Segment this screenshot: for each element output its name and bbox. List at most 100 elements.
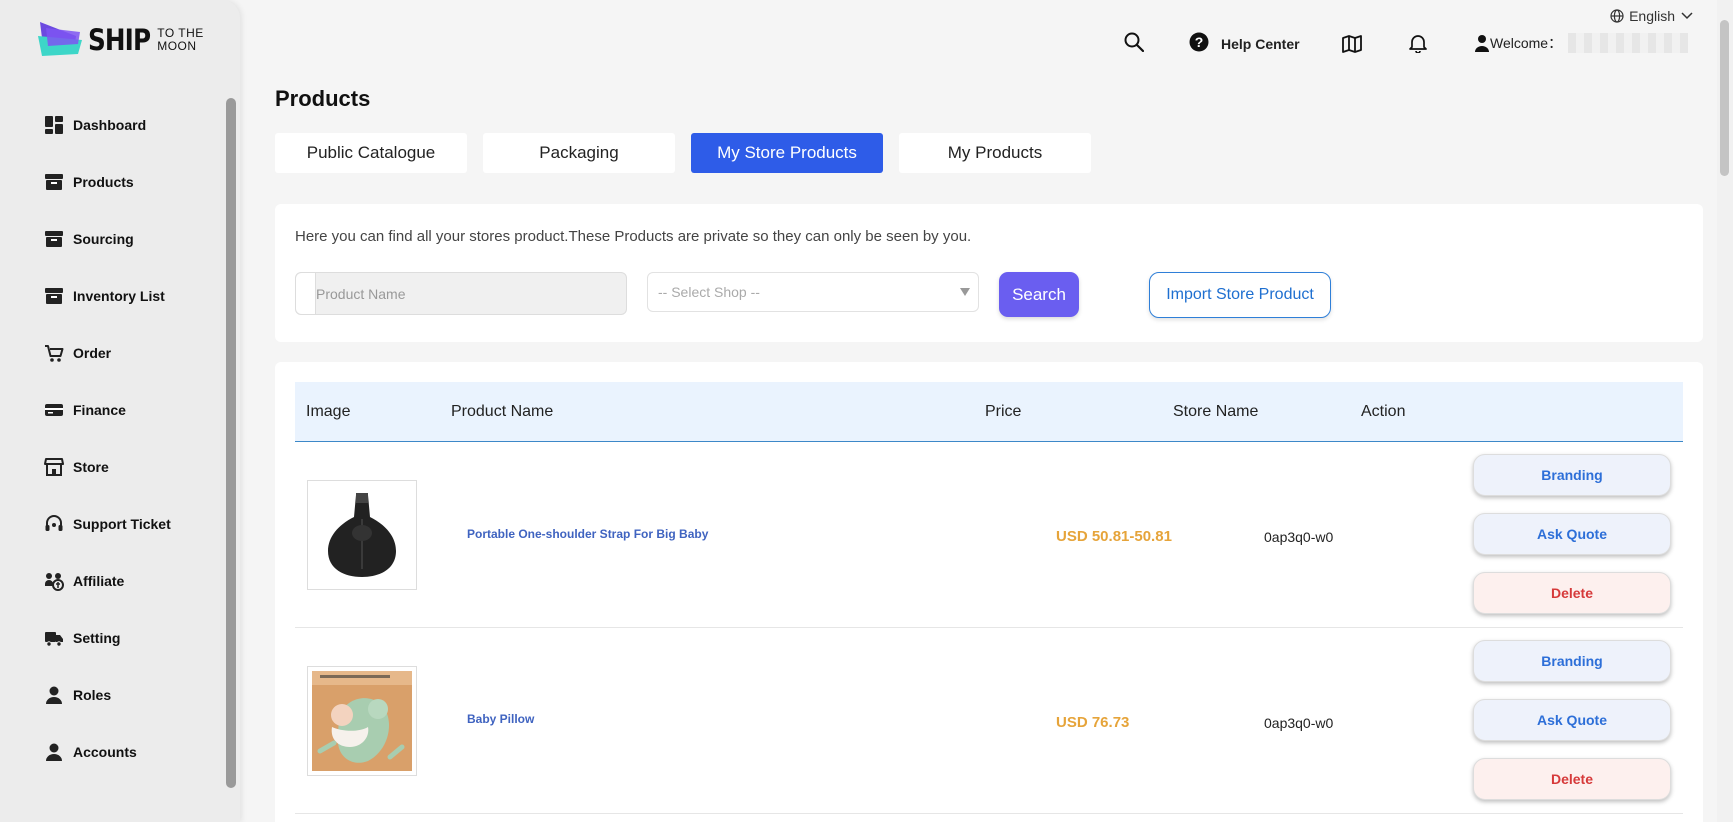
cart-icon (45, 344, 64, 362)
caret-down-icon (960, 288, 970, 296)
sidebar: SHIP TO THE MOON Dashboard Products Sour… (0, 0, 240, 822)
user-icon (46, 686, 62, 704)
sidebar-item-sourcing[interactable]: Sourcing (0, 210, 226, 267)
header-image: Image (306, 403, 351, 420)
product-image[interactable] (307, 666, 417, 776)
tab-my-store-products[interactable]: My Store Products (691, 133, 883, 173)
sidebar-item-order[interactable]: Order (0, 324, 226, 381)
table-row: Portable One-shoulder Strap For Big Baby… (295, 442, 1683, 628)
sidebar-item-accounts[interactable]: Accounts (0, 723, 226, 780)
user-icon (1475, 35, 1489, 52)
sidebar-item-roles[interactable]: Roles (0, 666, 226, 723)
sidebar-item-label: Products (73, 173, 134, 190)
shop-select[interactable]: -- Select Shop -- (647, 272, 979, 312)
branding-button[interactable]: Branding (1473, 640, 1671, 682)
logo-mark-icon (38, 22, 82, 56)
shop-select-placeholder: -- Select Shop -- (658, 284, 760, 300)
baby-carrier-image (328, 493, 396, 577)
sidebar-item-label: Sourcing (73, 230, 134, 247)
help-center-link[interactable]: ? Help Center (1189, 32, 1300, 52)
store-name: 0ap3q0-w0 (1264, 715, 1334, 731)
sidebar-item-label: Finance (73, 401, 126, 418)
sidebar-item-label: Setting (73, 629, 121, 646)
search-button[interactable]: Search (999, 272, 1079, 317)
product-price: USD 50.81-50.81 (1056, 528, 1172, 545)
ask-quote-button[interactable]: Ask Quote (1473, 513, 1671, 555)
sidebar-item-dashboard[interactable]: Dashboard (0, 96, 226, 153)
brand-logo[interactable]: SHIP TO THE MOON (38, 22, 204, 58)
page-description: Here you can find all your stores produc… (295, 228, 972, 245)
bell-icon[interactable] (1409, 33, 1427, 53)
logo-small-bottom: MOON (157, 39, 197, 53)
ask-quote-button[interactable]: Ask Quote (1473, 699, 1671, 741)
sidebar-item-label: Dashboard (73, 116, 147, 133)
svg-text:?: ? (1195, 34, 1204, 50)
logo-main-text: SHIP (88, 23, 151, 57)
user-welcome[interactable]: Welcome： (1474, 33, 1689, 53)
product-name-placeholder: Product Name (316, 285, 406, 302)
delete-button[interactable]: Delete (1473, 572, 1671, 614)
user-icon (46, 743, 62, 761)
language-selector[interactable]: English (1610, 8, 1693, 24)
branding-button[interactable]: Branding (1473, 454, 1671, 496)
sidebar-item-label: Support Ticket (73, 515, 171, 532)
sidebar-item-label: Accounts (73, 743, 137, 760)
sidebar-item-affiliate[interactable]: Affiliate (0, 552, 226, 609)
user-name-redacted (1568, 33, 1689, 53)
filter-card: Here you can find all your stores produc… (275, 204, 1703, 342)
product-tabs: Public Catalogue Packaging My Store Prod… (275, 133, 1107, 173)
page-title: Products (275, 86, 371, 111)
box-icon (45, 173, 63, 190)
tab-packaging[interactable]: Packaging (483, 133, 675, 173)
tab-public-catalogue[interactable]: Public Catalogue (275, 133, 467, 173)
table-header: Image Product Name Price Store Name Acti… (295, 382, 1683, 442)
sidebar-nav: Dashboard Products Sourcing Inventory Li… (0, 96, 226, 780)
header-store-name: Store Name (1173, 403, 1259, 420)
affiliate-icon (45, 572, 64, 591)
card-icon (45, 403, 63, 416)
truck-icon (45, 631, 63, 647)
table-row: Baby Pillow USD 76.73 0ap3q0-w0 Branding… (295, 628, 1683, 814)
sidebar-item-store[interactable]: Store (0, 438, 226, 495)
page-scrollbar-thumb[interactable] (1720, 20, 1729, 176)
help-center-label: Help Center (1221, 36, 1300, 52)
baby-pillow-image (312, 671, 412, 771)
dashboard-icon (45, 115, 63, 134)
welcome-label: Welcome： (1490, 35, 1563, 51)
page-scrollbar[interactable] (1717, 0, 1733, 822)
headset-icon (45, 514, 63, 531)
sidebar-item-support-ticket[interactable]: Support Ticket (0, 495, 226, 552)
input-prefix (296, 273, 316, 314)
sidebar-item-label: Inventory List (73, 287, 165, 304)
header-action: Action (1361, 403, 1406, 420)
sidebar-item-label: Roles (73, 686, 112, 703)
globe-icon (1610, 9, 1624, 23)
tab-my-products[interactable]: My Products (899, 133, 1091, 173)
product-name-input[interactable]: Product Name (295, 272, 627, 315)
box-icon (45, 230, 63, 247)
chevron-down-icon (1681, 12, 1693, 20)
product-image[interactable] (307, 480, 417, 590)
store-icon (44, 457, 64, 476)
sidebar-scrollbar[interactable] (226, 98, 236, 788)
products-table: Image Product Name Price Store Name Acti… (275, 362, 1703, 822)
delete-button[interactable]: Delete (1473, 758, 1671, 800)
product-name-link[interactable]: Baby Pillow (467, 712, 534, 726)
header-product-name: Product Name (451, 403, 554, 420)
store-name: 0ap3q0-w0 (1264, 529, 1334, 545)
sidebar-item-finance[interactable]: Finance (0, 381, 226, 438)
sidebar-item-products[interactable]: Products (0, 153, 226, 210)
sidebar-item-label: Store (73, 458, 109, 475)
sidebar-item-label: Order (73, 344, 112, 361)
sidebar-item-label: Affiliate (73, 572, 125, 589)
product-name-link[interactable]: Portable One-shoulder Strap For Big Baby (467, 527, 708, 541)
language-label: English (1629, 8, 1675, 24)
header-price: Price (985, 403, 1022, 420)
sidebar-item-inventory-list[interactable]: Inventory List (0, 267, 226, 324)
product-price: USD 76.73 (1056, 714, 1130, 731)
search-icon[interactable] (1124, 32, 1144, 52)
map-icon[interactable] (1342, 34, 1362, 54)
import-store-product-button[interactable]: Import Store Product (1149, 272, 1331, 318)
help-icon: ? (1189, 32, 1209, 52)
sidebar-item-setting[interactable]: Setting (0, 609, 226, 666)
